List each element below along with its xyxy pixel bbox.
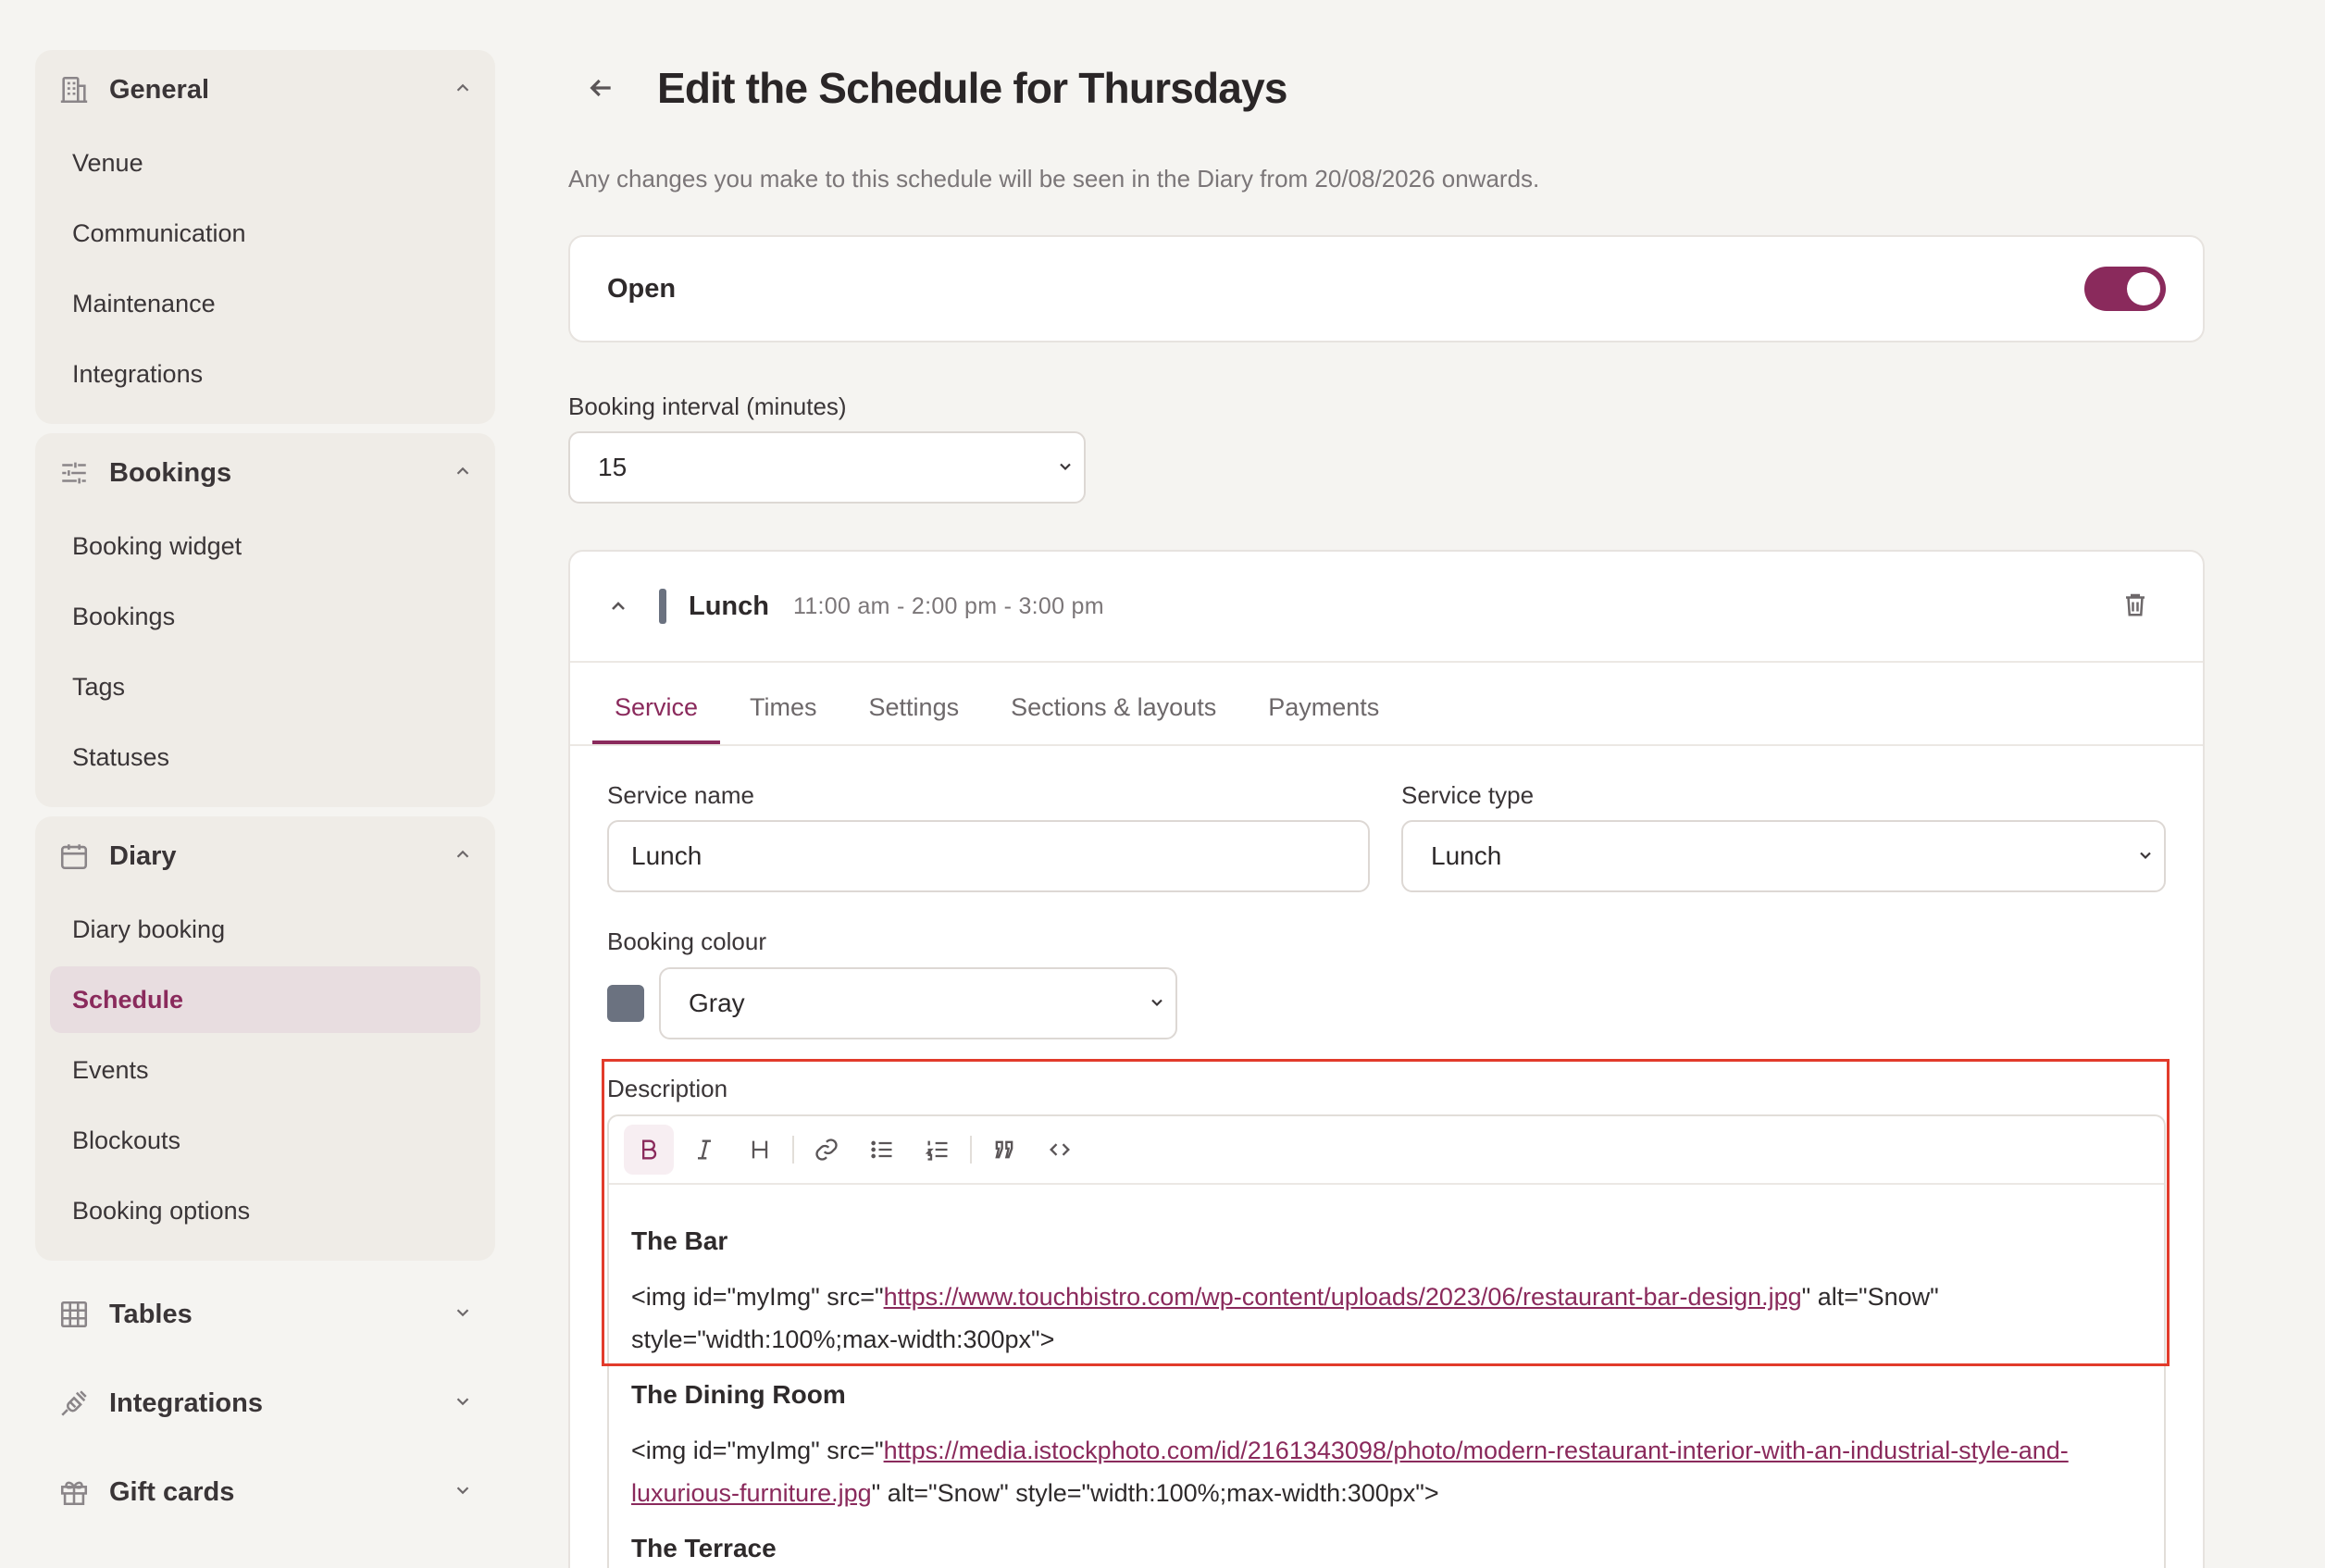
gift-icon	[57, 1475, 91, 1509]
sidebar-group-bookings: Bookings Booking widget Bookings Tags St…	[35, 433, 495, 807]
service-name-label: Service name	[607, 781, 754, 809]
editor-text: <img id="myImg" src="	[631, 1437, 884, 1464]
sidebar-group-diary: Diary Diary booking Schedule Events Bloc…	[35, 816, 495, 1261]
tab-payments[interactable]: Payments	[1246, 693, 1401, 744]
sidebar-group-integrations: Integrations	[35, 1359, 495, 1448]
service-type-value: Lunch	[1431, 841, 1502, 870]
editor-text: " alt="Snow" style="width:100%;max-width…	[871, 1479, 1439, 1507]
tab-times[interactable]: Times	[727, 693, 839, 744]
service-color-bar	[659, 589, 666, 624]
booking-interval-select[interactable]: 15	[568, 431, 1086, 504]
sidebar-group-general: General Venue Communication Maintenance …	[35, 50, 495, 424]
chevron-down-icon	[2136, 841, 2155, 871]
sidebar-group-diary-header[interactable]: Diary	[35, 816, 495, 896]
sidebar-group-gift-cards-header[interactable]: Gift cards	[35, 1448, 495, 1537]
chevron-up-icon[interactable]	[453, 844, 473, 869]
chevron-down-icon[interactable]	[453, 1302, 473, 1327]
trash-icon[interactable]	[2121, 591, 2149, 623]
chevron-down-icon[interactable]	[453, 1480, 473, 1505]
service-tabs: Service Times Settings Sections & layout…	[570, 663, 2203, 746]
sidebar-group-title: Bookings	[109, 457, 232, 488]
service-type-select[interactable]: Lunch	[1401, 820, 2166, 892]
page-header: Edit the Schedule for Thursdays	[568, 56, 1287, 120]
sidebar-group-general-header[interactable]: General	[35, 50, 495, 130]
sidebar-item-maintenance[interactable]: Maintenance	[50, 270, 480, 337]
sidebar-group-bookings-header[interactable]: Bookings	[35, 433, 495, 513]
plug-icon	[57, 1387, 91, 1420]
service-name-input[interactable]: Lunch	[607, 820, 1370, 892]
editor-heading-dining-room: The Dining Room	[631, 1380, 846, 1409]
sidebar-item-schedule[interactable]: Schedule	[50, 966, 480, 1033]
settings-sidebar: General Venue Communication Maintenance …	[35, 50, 495, 1537]
calendar-icon	[57, 840, 91, 873]
open-toggle[interactable]	[2084, 267, 2166, 311]
sidebar-item-statuses[interactable]: Statuses	[50, 724, 480, 790]
booking-colour-value: Gray	[689, 989, 745, 1017]
description-highlight-box	[602, 1059, 2170, 1366]
sidebar-group-title: Tables	[109, 1299, 193, 1329]
chevron-down-icon	[1148, 989, 1166, 1018]
booking-colour-label: Booking colour	[607, 927, 766, 955]
sidebar-group-gift-cards: Gift cards	[35, 1448, 495, 1537]
sidebar-item-bookings[interactable]: Bookings	[50, 583, 480, 650]
open-card: Open	[568, 235, 2205, 342]
booking-interval-value: 15	[598, 453, 628, 481]
sidebar-group-tables-header[interactable]: Tables	[35, 1270, 495, 1359]
sidebar-group-tables: Tables	[35, 1270, 495, 1359]
sidebar-item-diary-booking[interactable]: Diary booking	[50, 896, 480, 963]
sidebar-item-events[interactable]: Events	[50, 1037, 480, 1103]
sidebar-group-integrations-header[interactable]: Integrations	[35, 1359, 495, 1448]
booking-interval-label: Booking interval (minutes)	[568, 392, 847, 420]
booking-colour-select[interactable]: Gray	[659, 967, 1177, 1039]
chevron-up-icon[interactable]	[453, 461, 473, 486]
tab-service[interactable]: Service	[592, 693, 721, 744]
chevron-down-icon[interactable]	[453, 1391, 473, 1416]
sidebar-item-tags[interactable]: Tags	[50, 653, 480, 720]
service-type-label: Service type	[1401, 781, 1535, 809]
sidebar-group-title: Diary	[109, 840, 177, 871]
sidebar-group-title: General	[109, 74, 209, 105]
open-label: Open	[607, 273, 677, 304]
tab-settings[interactable]: Settings	[847, 693, 982, 744]
page-title: Edit the Schedule for Thursdays	[657, 64, 1287, 112]
sidebar-group-title: Gift cards	[109, 1476, 235, 1507]
service-header: Lunch 11:00 am - 2:00 pm - 3:00 pm	[570, 552, 2203, 663]
booking-colour-swatch	[607, 985, 644, 1022]
editor-heading-terrace: The Terrace	[631, 1534, 777, 1562]
table-grid-icon	[57, 1298, 91, 1331]
sidebar-item-booking-options[interactable]: Booking options	[50, 1177, 480, 1244]
service-name: Lunch	[689, 591, 769, 621]
back-button[interactable]	[568, 56, 633, 120]
sidebar-group-title: Integrations	[109, 1388, 263, 1418]
sidebar-item-integrations[interactable]: Integrations	[50, 341, 480, 407]
sidebar-item-blockouts[interactable]: Blockouts	[50, 1107, 480, 1174]
service-times: 11:00 am - 2:00 pm - 3:00 pm	[793, 592, 1104, 619]
sidebar-item-booking-widget[interactable]: Booking widget	[50, 513, 480, 579]
sidebar-item-communication[interactable]: Communication	[50, 200, 480, 267]
page-subtitle: Any changes you make to this schedule wi…	[568, 165, 1540, 193]
chevron-up-icon[interactable]	[453, 78, 473, 103]
service-name-value: Lunch	[631, 841, 702, 870]
chevron-down-icon	[1056, 453, 1075, 482]
chevron-up-icon[interactable]	[607, 595, 629, 617]
sidebar-item-venue[interactable]: Venue	[50, 130, 480, 196]
editor-paragraph: <img id="myImg" src="https://media.istoc…	[631, 1429, 2142, 1514]
sliders-icon	[57, 456, 91, 490]
building-icon	[57, 73, 91, 106]
arrow-left-icon	[590, 79, 611, 97]
tab-sections-layouts[interactable]: Sections & layouts	[988, 693, 1238, 744]
